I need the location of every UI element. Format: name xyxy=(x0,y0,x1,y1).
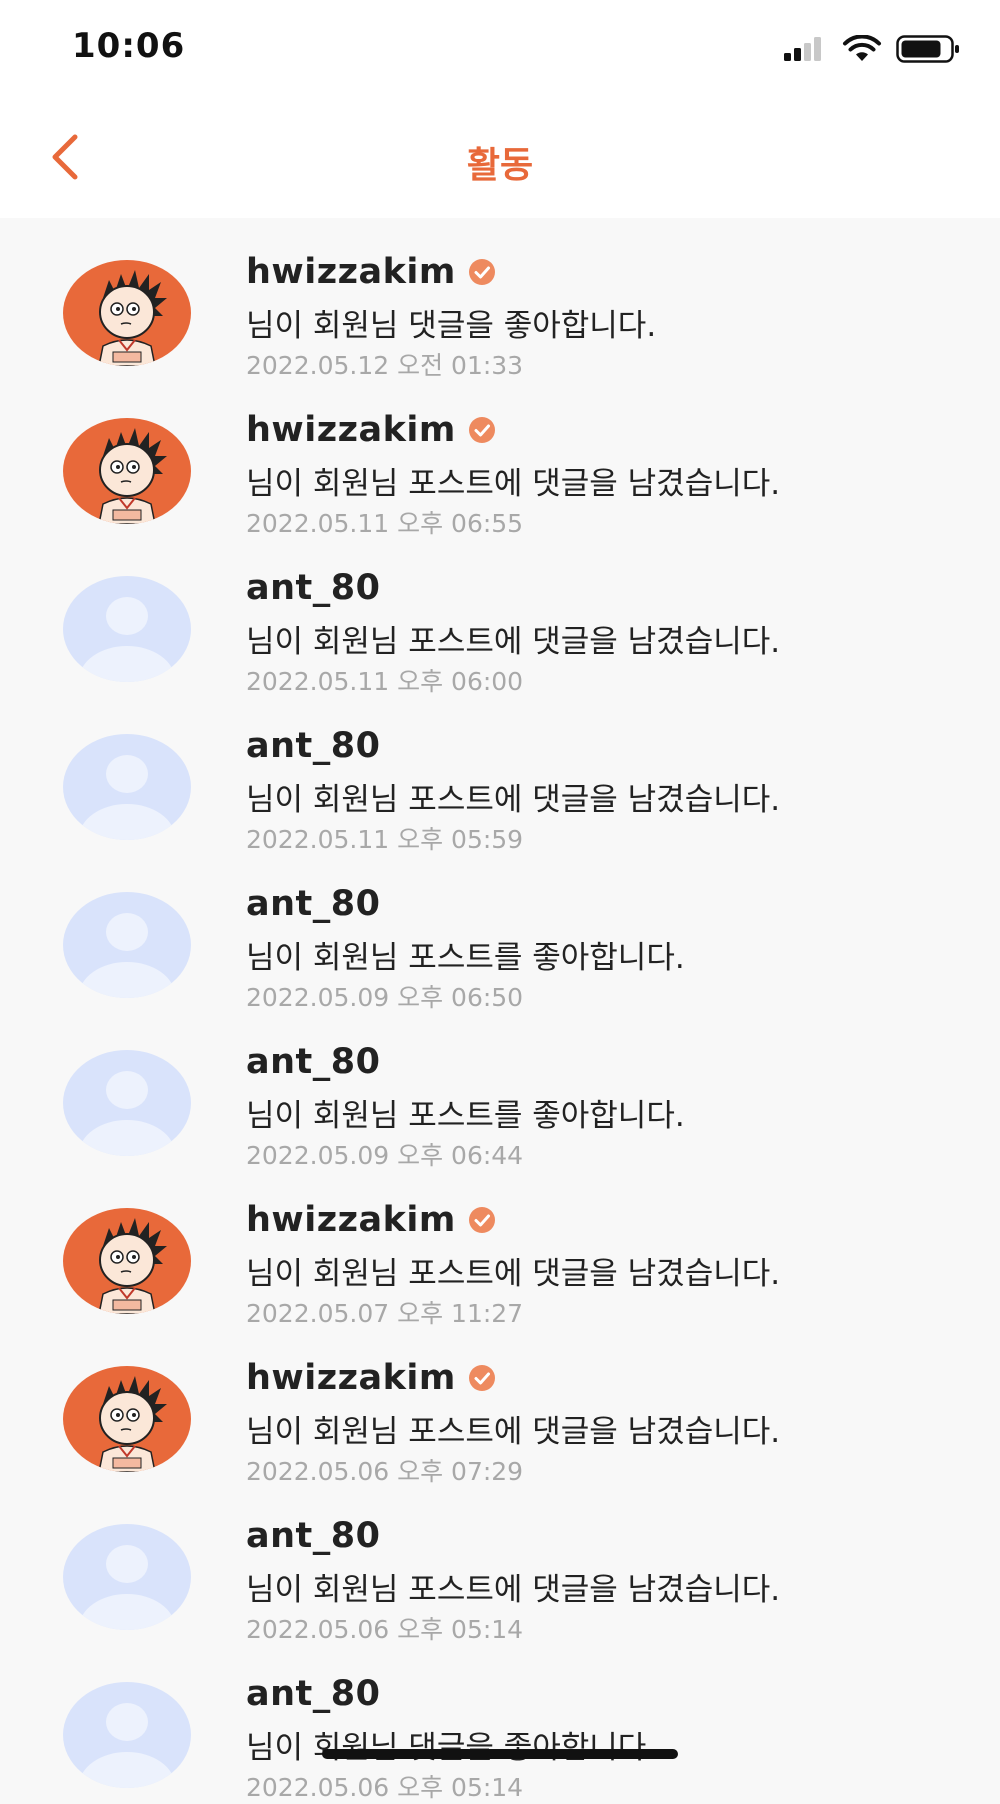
activity-item[interactable]: hwizzakim 님이 회원님 포스트에 댓글을 남겼습니다. 2022.05.… xyxy=(0,1324,1000,1486)
status-icons xyxy=(784,34,960,64)
activity-item[interactable]: ant_80 님이 회원님 포스트를 좋아합니다. 2022.05.09 오후 06… xyxy=(0,850,1000,1012)
username-row: hwizzakim xyxy=(246,410,496,450)
avatar[interactable] xyxy=(63,1366,191,1472)
nav-bar: 활동 xyxy=(0,100,1000,218)
avatar[interactable] xyxy=(63,418,191,524)
activity-message: 님이 회원님 포스트를 좋아합니다. xyxy=(246,940,685,976)
avatar[interactable] xyxy=(63,576,191,682)
avatar[interactable] xyxy=(63,892,191,998)
username-row: hwizzakim xyxy=(246,1200,496,1240)
home-indicator xyxy=(322,1749,678,1759)
username-row: hwizzakim xyxy=(246,252,496,292)
avatar[interactable] xyxy=(63,260,191,366)
page-title: 활동 xyxy=(466,145,534,186)
activity-message: 님이 회원님 포스트에 댓글을 남겼습니다. xyxy=(246,1256,781,1292)
username[interactable]: hwizzakim xyxy=(246,1200,456,1240)
status-time: 10:06 xyxy=(72,26,186,66)
avatar[interactable] xyxy=(63,1208,191,1314)
avatar[interactable] xyxy=(63,734,191,840)
battery-icon xyxy=(896,35,959,63)
username[interactable]: hwizzakim xyxy=(246,252,456,292)
activity-message: 님이 회원님 포스트에 댓글을 남겼습니다. xyxy=(246,1572,781,1608)
activity-item[interactable]: ant_80 님이 회원님 포스트에 댓글을 남겼습니다. 2022.05.06 오… xyxy=(0,1482,1000,1644)
verified-badge-icon xyxy=(468,416,496,444)
activity-item[interactable]: ant_80 님이 회원님 댓글을 좋아합니다. 2022.05.06 오후 05:… xyxy=(0,1640,1000,1802)
username[interactable]: ant_80 xyxy=(246,1516,380,1556)
activity-message: 님이 회원님 포스트에 댓글을 남겼습니다. xyxy=(246,1414,781,1450)
activity-item[interactable]: hwizzakim 님이 회원님 댓글을 좋아합니다. 2022.05.12 오전… xyxy=(0,218,1000,380)
activity-message: 님이 회원님 댓글을 좋아합니다. xyxy=(246,308,657,344)
activity-message: 님이 회원님 댓글을 좋아합니다. xyxy=(246,1730,657,1766)
activity-message: 님이 회원님 포스트에 댓글을 남겼습니다. xyxy=(246,466,781,502)
activity-message: 님이 회원님 포스트를 좋아합니다. xyxy=(246,1098,685,1134)
status-bar: 10:06 xyxy=(0,0,1000,100)
activity-item[interactable]: ant_80 님이 회원님 포스트에 댓글을 남겼습니다. 2022.05.11 오… xyxy=(0,534,1000,696)
activity-list: hwizzakim 님이 회원님 댓글을 좋아합니다. 2022.05.12 오전… xyxy=(0,218,1000,1802)
cellular-signal-icon xyxy=(784,37,821,61)
username[interactable]: ant_80 xyxy=(246,1674,380,1714)
verified-badge-icon xyxy=(468,1364,496,1392)
username-row: ant_80 xyxy=(246,568,380,608)
avatar[interactable] xyxy=(63,1050,191,1156)
username-row: ant_80 xyxy=(246,1042,380,1082)
username-row: ant_80 xyxy=(246,884,380,924)
activity-item[interactable]: hwizzakim 님이 회원님 포스트에 댓글을 남겼습니다. 2022.05.… xyxy=(0,376,1000,538)
activity-item[interactable]: ant_80 님이 회원님 포스트를 좋아합니다. 2022.05.09 오후 06… xyxy=(0,1008,1000,1170)
activity-timestamp: 2022.05.06 오후 05:14 xyxy=(246,1773,524,1802)
avatar[interactable] xyxy=(63,1682,191,1788)
username[interactable]: hwizzakim xyxy=(246,410,456,450)
verified-badge-icon xyxy=(468,258,496,286)
wifi-icon xyxy=(843,35,881,61)
username-row: ant_80 xyxy=(246,1516,380,1556)
username[interactable]: ant_80 xyxy=(246,568,380,608)
activity-message: 님이 회원님 포스트에 댓글을 남겼습니다. xyxy=(246,624,781,660)
username-row: hwizzakim xyxy=(246,1358,496,1398)
activity-item[interactable]: hwizzakim 님이 회원님 포스트에 댓글을 남겼습니다. 2022.05.… xyxy=(0,1166,1000,1328)
username[interactable]: ant_80 xyxy=(246,1042,380,1082)
username-row: ant_80 xyxy=(246,1674,380,1714)
verified-badge-icon xyxy=(468,1206,496,1234)
username-row: ant_80 xyxy=(246,726,380,766)
activity-message: 님이 회원님 포스트에 댓글을 남겼습니다. xyxy=(246,782,781,818)
avatar[interactable] xyxy=(63,1524,191,1630)
username[interactable]: hwizzakim xyxy=(246,1358,456,1398)
username[interactable]: ant_80 xyxy=(246,726,380,766)
activity-item[interactable]: ant_80 님이 회원님 포스트에 댓글을 남겼습니다. 2022.05.11 오… xyxy=(0,692,1000,854)
username[interactable]: ant_80 xyxy=(246,884,380,924)
